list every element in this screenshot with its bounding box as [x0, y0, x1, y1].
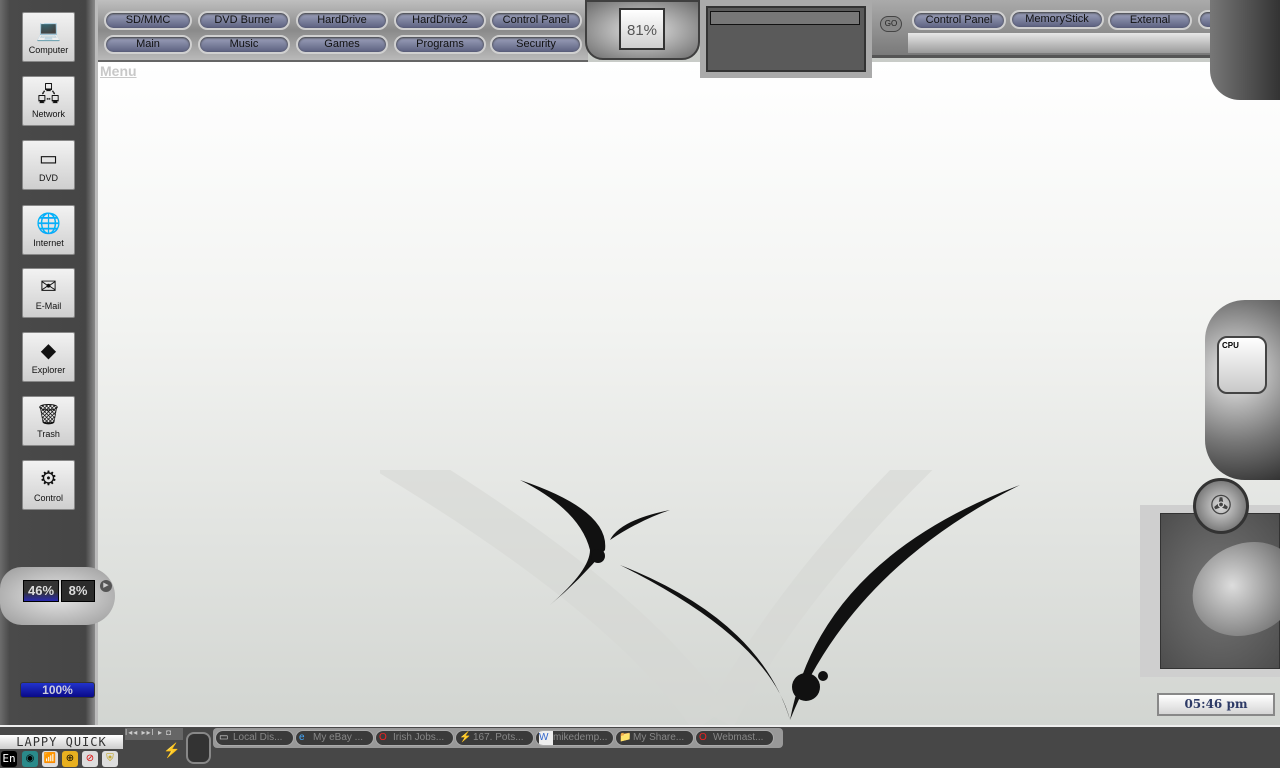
external-button[interactable]: External	[1108, 11, 1192, 30]
sidebar-item-email[interactable]: ✉ E-Mail	[22, 268, 75, 318]
task-label: Local Dis...	[233, 732, 283, 743]
globe-icon[interactable]: ⊕	[62, 751, 78, 767]
explorer-icon: ◆	[40, 340, 57, 362]
sidebar-item-computer[interactable]: 💻 Computer	[22, 12, 75, 62]
task-label: 167. Pots...	[473, 732, 524, 743]
sidebar-item-internet[interactable]: 🌐 Internet	[22, 205, 75, 255]
sidebar-item-label: Network	[31, 109, 65, 119]
opera-icon: O	[699, 732, 707, 743]
wireless-icon[interactable]: 📶	[42, 751, 58, 767]
globe-icon: 🌐	[36, 213, 61, 235]
games-button[interactable]: Games	[296, 35, 388, 54]
memorystick-button[interactable]: MemoryStick	[1010, 10, 1104, 29]
info-display-bar	[710, 11, 860, 25]
play-button[interactable]: ▸	[158, 728, 163, 737]
sidebar-item-explorer[interactable]: ◆ Explorer	[22, 332, 75, 382]
network-icon: 🖧	[37, 84, 60, 106]
control-icon: ⚙	[39, 468, 58, 490]
media-remote-control[interactable]	[1177, 524, 1280, 654]
task-list: ▭ Local Dis... e My eBay ... O Irish Jobs..…	[213, 728, 783, 748]
task-label: My Share...	[633, 732, 685, 743]
task-label: Irish Jobs...	[393, 732, 445, 743]
go-button[interactable]: GO	[880, 16, 902, 32]
control-panel-button[interactable]: Control Panel	[912, 11, 1006, 30]
computer-icon: 💻	[36, 20, 61, 42]
harddrive-button[interactable]: HardDrive	[296, 11, 388, 30]
sidebar-item-dvd[interactable]: ▭ DVD	[22, 140, 75, 190]
sidebar-item-label: Explorer	[31, 365, 66, 375]
sidebar-item-label: Internet	[33, 238, 64, 248]
no-symbol-icon[interactable]: ⊘	[82, 751, 98, 767]
stat-left-value: 46%	[23, 580, 59, 602]
language-indicator[interactable]: En	[1, 751, 17, 767]
drive-icon: ▭	[219, 732, 229, 743]
fan-icon[interactable]: ✇	[1193, 478, 1249, 534]
task-label: mikedemp...	[553, 732, 608, 743]
sidebar-item-network[interactable]: 🖧 Network	[22, 76, 75, 126]
dvd-burner-button[interactable]: DVD Burner	[198, 11, 290, 30]
expand-arrow-icon[interactable]: ▶	[100, 580, 112, 592]
security-button[interactable]: Security	[490, 35, 582, 54]
gauge-value: 81%	[619, 8, 665, 50]
info-display	[700, 0, 872, 78]
quicklaunch-label: LAPPY QUICK	[0, 735, 123, 749]
email-icon: ✉	[40, 276, 57, 298]
sidebar-item-label: E-Mail	[35, 301, 62, 311]
trash-icon: 🗑	[35, 404, 62, 426]
dvd-drive-icon: ▭	[39, 148, 58, 170]
task-button[interactable]: ▭ Local Dis...	[215, 730, 294, 746]
opera-icon: O	[379, 732, 387, 743]
network-globe-icon[interactable]: ◉	[22, 751, 38, 767]
menu-link[interactable]: Menu	[100, 63, 137, 79]
media-controls: I◂◂ ▸▸I ▸ ◘	[125, 728, 183, 740]
stat-right-value: 8%	[61, 580, 95, 602]
sidebar-item-label: Computer	[28, 45, 69, 55]
harddrive2-button[interactable]: HardDrive2	[394, 11, 486, 30]
sidebar-item-label: Control	[33, 493, 63, 503]
sidebar-item-control[interactable]: ⚙ Control	[22, 460, 75, 510]
system-stats-pill: 46% 8% ▶	[0, 567, 115, 625]
internet-explorer-icon: e	[299, 732, 305, 743]
sidebar-item-label: Trash	[37, 429, 60, 439]
frame-decoration	[1210, 0, 1280, 100]
top-drive-bar: SD/MMC DVD Burner HardDrive HardDrive2 C…	[98, 0, 588, 62]
stop-button[interactable]: ◘	[166, 728, 172, 737]
next-button[interactable]: ▸▸I	[142, 728, 155, 737]
programs-button[interactable]: Programs	[394, 35, 486, 54]
sdmmc-button[interactable]: SD/MMC	[104, 11, 192, 30]
task-label: Webmast...	[713, 732, 764, 743]
previous-button[interactable]: I◂◂	[125, 728, 138, 737]
task-button[interactable]: O Webmast...	[695, 730, 774, 746]
music-button[interactable]: Music	[198, 35, 290, 54]
folder-icon: 📁	[619, 732, 632, 743]
lightning-icon[interactable]: ⚡	[163, 742, 180, 759]
word-icon: W	[539, 731, 553, 745]
clock: 05:46 pm	[1157, 693, 1275, 716]
task-button[interactable]: e My eBay ...	[295, 730, 374, 746]
sidebar-item-trash[interactable]: 🗑 Trash	[22, 396, 75, 446]
start-button[interactable]	[186, 732, 211, 764]
memory-gauge: 81%	[585, 0, 700, 60]
cpu-monitor-widget: CPU	[1205, 300, 1280, 480]
wallpaper-swirl	[380, 470, 1020, 730]
sidebar-item-label: DVD	[38, 173, 58, 183]
task-button[interactable]: Wmikedemp...	[535, 730, 614, 746]
task-button[interactable]: 📁 My Share...	[615, 730, 694, 746]
security-shield-icon[interactable]: ⛨	[102, 751, 118, 767]
winamp-icon: ⚡	[459, 732, 472, 743]
main-button[interactable]: Main	[104, 35, 192, 54]
task-label: My eBay ...	[313, 732, 364, 743]
task-button[interactable]: O Irish Jobs...	[375, 730, 454, 746]
control-panel-button[interactable]: Control Panel	[490, 11, 582, 30]
battery-level: 100%	[20, 682, 95, 698]
task-button[interactable]: ⚡ 167. Pots...	[455, 730, 534, 746]
cpu-label: CPU	[1217, 336, 1267, 394]
